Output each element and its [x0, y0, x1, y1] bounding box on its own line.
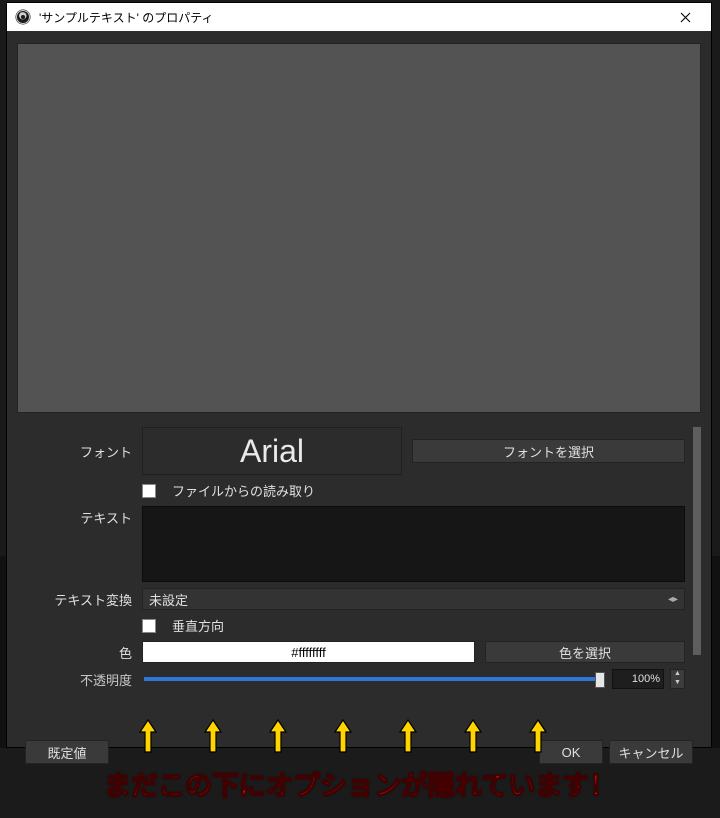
- font-row: フォント Arial フォントを選択: [17, 427, 685, 475]
- transform-value: 未設定: [149, 590, 188, 609]
- opacity-label: 不透明度: [17, 670, 142, 689]
- opacity-value[interactable]: 100%: [612, 669, 664, 689]
- annotation-text: まだこの下にオプションが隠れています！: [0, 764, 720, 803]
- text-input[interactable]: [142, 506, 685, 582]
- opacity-row: 不透明度 100% ▲▼: [17, 669, 685, 689]
- color-label: 色: [17, 643, 142, 662]
- preview-area: [17, 43, 701, 413]
- vertical-label: 垂直方向: [172, 616, 224, 635]
- color-row: 色 #ffffffff 色を選択: [17, 641, 685, 663]
- window-title: 'サンプルテキスト' のプロパティ: [39, 9, 663, 26]
- color-value[interactable]: #ffffffff: [142, 641, 475, 663]
- properties-scrollbar[interactable]: [693, 427, 701, 737]
- titlebar: 'サンプルテキスト' のプロパティ: [7, 3, 711, 31]
- dialog-footer: 既定値 OK キャンセル: [17, 737, 701, 767]
- close-button[interactable]: [663, 3, 707, 31]
- scrollbar-thumb[interactable]: [693, 427, 701, 655]
- font-label: フォント: [17, 442, 142, 461]
- defaults-button[interactable]: 既定値: [25, 740, 109, 764]
- ok-button[interactable]: OK: [539, 740, 603, 764]
- font-preview: Arial: [142, 427, 402, 475]
- properties-window: 'サンプルテキスト' のプロパティ フォント Arial フォントを選択: [6, 2, 712, 748]
- transform-label: テキスト変換: [17, 590, 142, 609]
- properties-panel: フォント Arial フォントを選択 ファイルからの読み取り テキスト: [17, 427, 701, 737]
- cancel-button[interactable]: キャンセル: [609, 740, 693, 764]
- vertical-row: 垂直方向: [17, 616, 685, 635]
- text-row: テキスト: [17, 506, 685, 582]
- transform-select[interactable]: 未設定 ◂▸: [142, 588, 685, 610]
- read-file-row: ファイルからの読み取り: [17, 481, 685, 500]
- opacity-slider[interactable]: [144, 677, 604, 681]
- opacity-stepper[interactable]: ▲▼: [670, 669, 685, 689]
- vertical-checkbox[interactable]: [142, 619, 156, 633]
- read-from-file-label: ファイルからの読み取り: [172, 481, 315, 500]
- select-font-button[interactable]: フォントを選択: [412, 439, 685, 463]
- select-color-button[interactable]: 色を選択: [485, 641, 685, 663]
- chevron-updown-icon: ◂▸: [668, 594, 678, 605]
- read-from-file-checkbox[interactable]: [142, 484, 156, 498]
- obs-icon: [15, 9, 31, 25]
- dialog-body: フォント Arial フォントを選択 ファイルからの読み取り テキスト: [7, 31, 711, 775]
- transform-row: テキスト変換 未設定 ◂▸: [17, 588, 685, 610]
- text-label: テキスト: [17, 506, 142, 527]
